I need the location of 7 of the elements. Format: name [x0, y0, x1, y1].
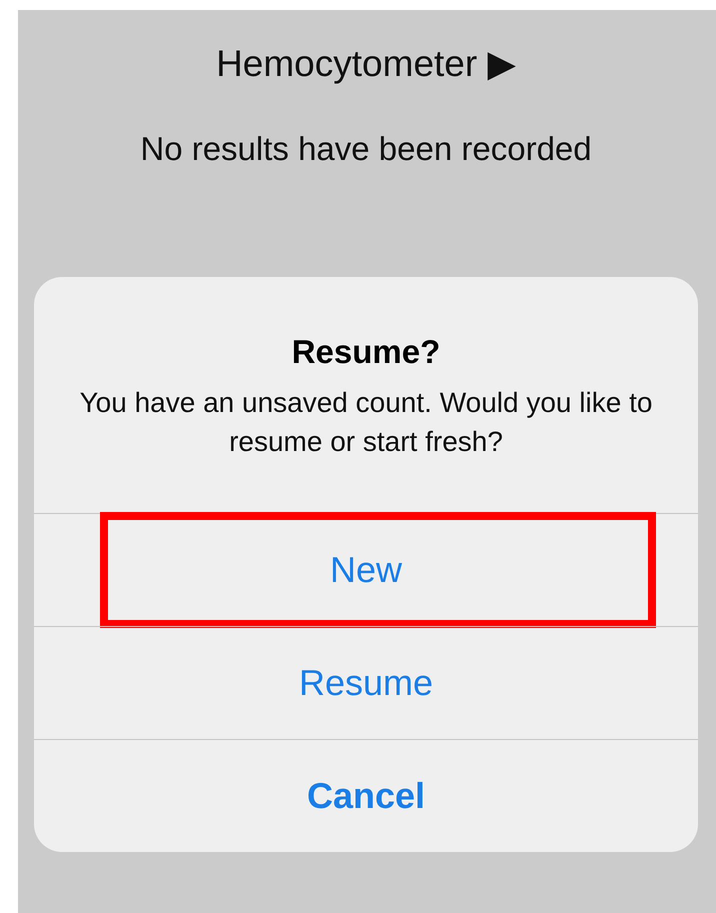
empty-message: No results have been recorded: [140, 129, 592, 169]
alert-button[interactable]: Resume: [34, 626, 698, 739]
alert-button[interactable]: New: [34, 513, 698, 626]
screen-title: Hemocytometer ▶: [216, 43, 516, 85]
alert-title: Resume?: [292, 333, 440, 371]
cancel-button[interactable]: Cancel: [34, 739, 698, 852]
alert-message: You have an unsaved count. Would you like to resume or start fresh?: [78, 386, 654, 459]
